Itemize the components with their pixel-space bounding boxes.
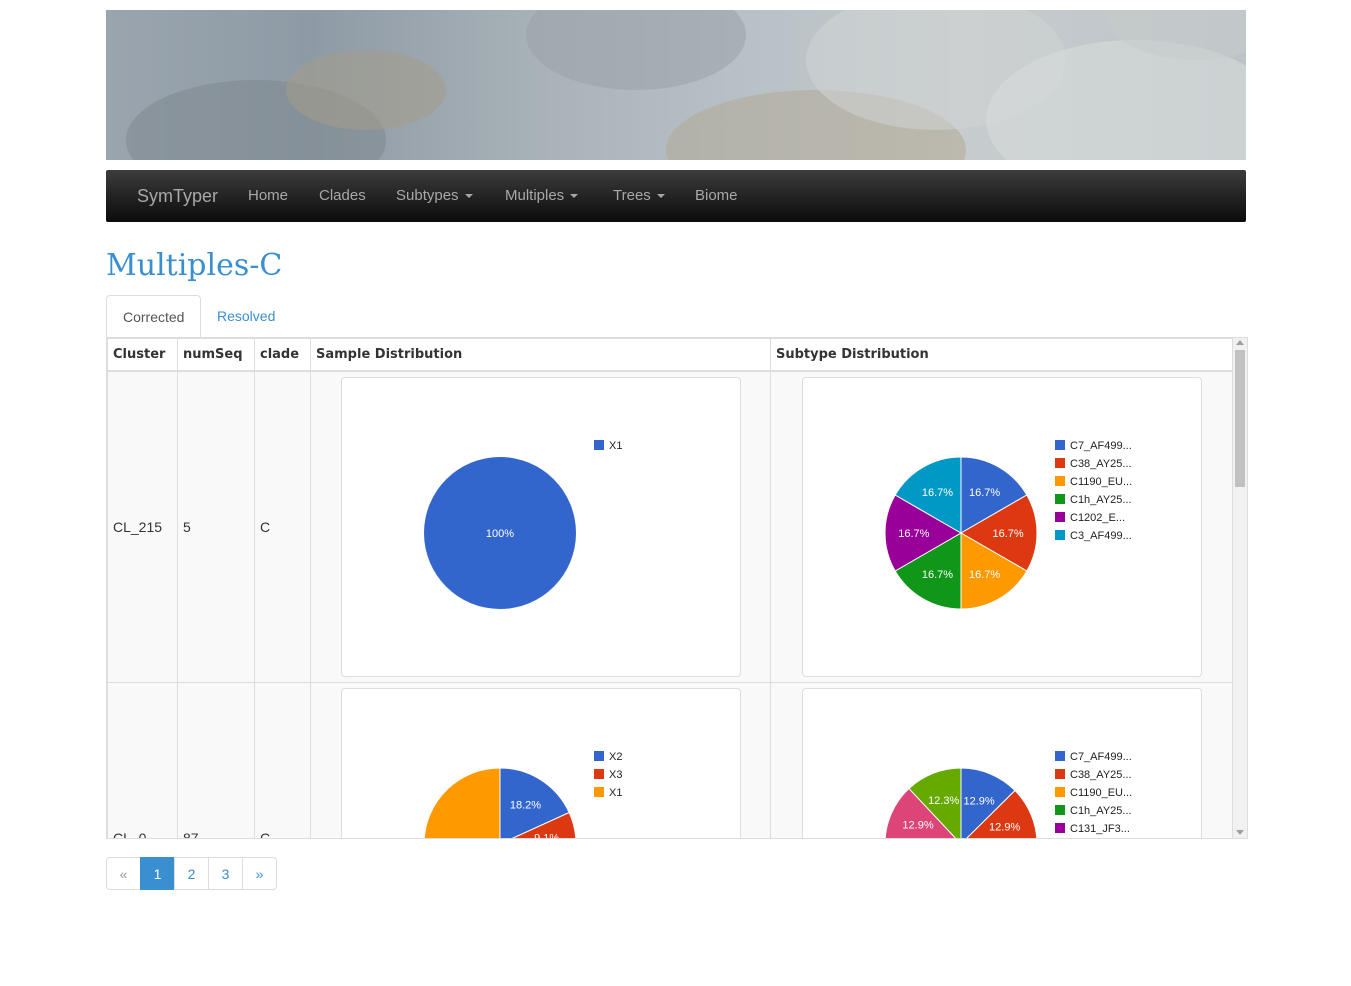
nav-biome-label: Biome (695, 187, 738, 204)
nav-subtypes-dropdown[interactable]: Subtypes (396, 170, 473, 222)
legend-label: C7_AF499... (1070, 751, 1132, 763)
pie-data-label: 16.7% (921, 569, 952, 581)
cluster-cell: CL_0 (107, 682, 178, 838)
legend-swatch (1054, 530, 1065, 540)
legend-label: C131_JF3... (1070, 823, 1130, 835)
pagination-page-3[interactable]: 3 (208, 857, 243, 890)
col-header-subtype-distribution[interactable]: Subtype Distribution (770, 338, 1233, 372)
pagination-prev[interactable]: « (106, 857, 141, 890)
tab-corrected[interactable]: Corrected (106, 295, 202, 338)
scroll-down-arrow-icon[interactable] (1236, 830, 1244, 835)
subtype-distribution-cell: 16.7% 16.7% 16.7% 16.7% 16.7% 16.7% C7_AF499..… (770, 370, 1233, 683)
pie-data-label: 12.9% (963, 796, 994, 808)
legend-label: X2 (609, 751, 622, 763)
legend-label: C1h_AY25... (1070, 805, 1132, 817)
brand-link[interactable]: SymTyper (137, 170, 218, 222)
legend-label: X1 (609, 787, 622, 799)
legend-label: C38_AY25... (1070, 769, 1132, 781)
clade-cell: C (254, 682, 311, 838)
legend-label: C7_AF499... (1070, 440, 1132, 452)
table-header-row: Cluster numSeq clade Sample Distribution… (107, 338, 1233, 372)
legend-label: C1190_EU... (1070, 476, 1132, 488)
pie-data-label: 16.7% (968, 487, 999, 499)
legend-swatch (1054, 476, 1065, 486)
numseq-cell: 5 (177, 370, 255, 683)
nav-biome[interactable]: Biome (695, 170, 738, 222)
pie-data-label: 16.7% (921, 487, 952, 499)
legend-swatch (593, 787, 604, 797)
sample-distribution-cell: 18.2% 9.1% X2 X3 X1 (310, 682, 771, 839)
scrollbar-thumb[interactable] (1235, 350, 1245, 487)
legend-swatch (593, 440, 604, 450)
table-row: CL_215 5 C 100% X1 16.7% 16.7% 16.7% 16.7% 16… (107, 370, 1233, 683)
coral-reef-banner (106, 10, 1246, 160)
sample-distribution-chart: 18.2% 9.1% X2 X3 X1 (340, 688, 741, 839)
page-title: Multiples-C (106, 248, 283, 283)
legend-swatch (1054, 769, 1065, 779)
nav-home[interactable]: Home (248, 170, 288, 222)
nav-clades-label: Clades (319, 187, 366, 204)
legend-swatch (1054, 751, 1065, 761)
subtype-distribution-chart: 16.7% 16.7% 16.7% 16.7% 16.7% 16.7% C7_AF499..… (801, 377, 1202, 677)
results-table: Cluster numSeq clade Sample Distribution… (107, 338, 1233, 839)
cluster-cell: CL_215 (107, 370, 178, 683)
pie-data-label: 16.7% (898, 528, 929, 540)
legend-swatch (1054, 458, 1065, 468)
pie-data-label: 12.3% (928, 795, 959, 807)
legend-label: C1202_E... (1070, 512, 1125, 524)
legend-swatch (1054, 512, 1065, 522)
scroll-up-arrow-icon[interactable] (1236, 340, 1244, 345)
nav-trees-label: Trees (613, 187, 651, 204)
navbar: SymTyper Home Clades Subtypes Multiples … (106, 170, 1246, 222)
subtype-distribution-chart: 12.9% 12.9% 12.9% 12.3% C7_AF499... C38_AY25.… (801, 688, 1202, 838)
pie-data-label: 100% (485, 528, 513, 540)
pie-data-label: 12.9% (902, 820, 933, 832)
col-header-numseq[interactable]: numSeq (177, 338, 255, 372)
legend-swatch (593, 769, 604, 779)
col-header-clade[interactable]: clade (254, 338, 311, 372)
nav-multiples-label: Multiples (505, 187, 565, 204)
vertical-scrollbar[interactable] (1232, 338, 1247, 838)
caret-down-icon (570, 194, 579, 199)
sample-distribution-cell: 100% X1 (310, 370, 771, 683)
nav-trees-dropdown[interactable]: Trees (613, 170, 665, 222)
pagination-next[interactable]: » (242, 857, 277, 890)
clade-cell: C (254, 370, 311, 683)
legend-label: C1h_AY25... (1070, 494, 1132, 506)
col-header-cluster[interactable]: Cluster (107, 338, 178, 372)
pagination: « 1 2 3 » (106, 857, 277, 890)
legend-label: C1190_EU... (1070, 787, 1132, 799)
legend-label: X1 (609, 440, 622, 452)
nav-subtypes-label: Subtypes (396, 187, 459, 204)
nav-multiples-dropdown[interactable]: Multiples (505, 170, 579, 222)
pagination-page-2[interactable]: 2 (174, 857, 209, 890)
pie-data-label: 16.7% (992, 528, 1023, 540)
legend-swatch (1054, 494, 1065, 504)
legend-swatch (593, 751, 604, 761)
col-header-sample-distribution[interactable]: Sample Distribution (310, 338, 771, 372)
caret-down-icon (464, 194, 473, 199)
legend-label: X3 (609, 769, 622, 781)
legend-swatch (1054, 805, 1065, 815)
pie-data-label: 12.9% (989, 821, 1020, 833)
sample-distribution-chart: 100% X1 (340, 377, 741, 677)
legend-label: C38_AY25... (1070, 458, 1132, 470)
tab-bar: Corrected Resolved (106, 295, 1246, 338)
legend-label: C3_AF499... (1070, 530, 1132, 542)
pie-data-label: 18.2% (509, 799, 540, 811)
legend-swatch (1054, 787, 1065, 797)
pie-data-label: 9.1% (534, 832, 559, 839)
nav-clades[interactable]: Clades (319, 170, 366, 222)
numseq-cell: 87 (177, 682, 255, 838)
legend-swatch (1054, 440, 1065, 450)
nav-home-label: Home (248, 187, 289, 204)
subtype-distribution-cell: 12.9% 12.9% 12.9% 12.3% C7_AF499... C38_AY25.… (770, 682, 1233, 838)
results-table-scroll[interactable]: Cluster numSeq clade Sample Distribution… (106, 337, 1248, 839)
caret-down-icon (656, 194, 665, 199)
legend-swatch (1054, 823, 1065, 833)
table-row: CL_0 87 C 18.2% 9.1% X2 X3 X1 12.9% 12.9% 12.9… (107, 682, 1233, 839)
pagination-page-1[interactable]: 1 (140, 857, 175, 890)
tab-resolved[interactable]: Resolved (201, 295, 291, 336)
pie-data-label: 16.7% (968, 569, 999, 581)
